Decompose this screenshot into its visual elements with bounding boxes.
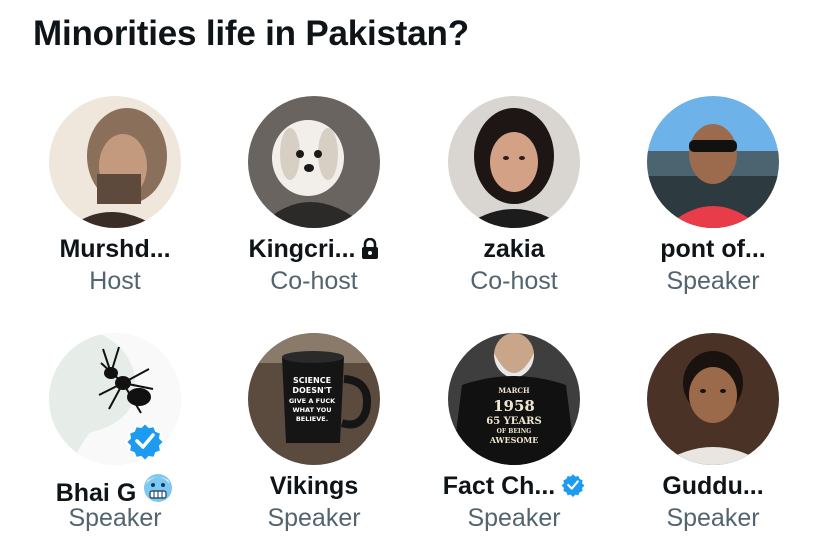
participant-role: Speaker [267,504,361,532]
avatar[interactable]: SCIENCE DOESN'T GIVE A FUCK WHAT YOU BEL… [248,333,380,465]
shirt-text-line: AWESOME [489,435,539,445]
shirt-text-line: 1958 [493,397,535,415]
avatar[interactable] [248,96,380,228]
participant-role: Speaker [68,504,162,532]
participant-role: Co-host [470,267,558,295]
participant-name: zakia [483,235,545,263]
participants-grid: Murshd... Host Kingcri... Co-host zakia … [0,0,828,553]
avatar[interactable] [49,96,181,228]
mug-text-line: BELIEVE. [296,415,328,423]
participant-name: pont of... [660,235,766,263]
participant-name-text: Fact Ch... [442,472,556,500]
participant-name-text: Kingcri... [248,235,356,263]
participant-role: Speaker [467,504,561,532]
avatar[interactable] [647,96,779,228]
shirt-text-line: MARCH [498,386,530,395]
participant-role: Co-host [270,267,358,295]
participant-name: Murshd... [59,235,171,263]
participant-name: Kingcri... [214,235,414,267]
participant-name-text: Bhai G [55,479,137,507]
participant-role: Host [89,267,141,295]
participant-name: Guddu... [662,472,764,500]
shirt-text-line: OF BEING [497,428,532,435]
avatar[interactable]: MARCH 1958 65 YEARS OF BEING AWESOME [448,333,580,465]
participant-role: Speaker [666,504,760,532]
mug-text-line: DOESN'T [292,386,332,395]
lock-icon [361,237,379,267]
avatar[interactable] [448,96,580,228]
shirt-text-line: 65 YEARS [486,416,541,427]
avatar[interactable] [647,333,779,465]
mug-text-line: SCIENCE [293,376,331,385]
verified-badge-icon [561,473,585,504]
mug-text-line: WHAT YOU [292,406,331,414]
verified-badge-icon [124,421,166,463]
mug-text-line: GIVE A FUCK [289,397,336,405]
participant-name: Vikings [269,472,359,500]
participant-name: Fact Ch... [414,472,614,504]
participant-role: Speaker [666,267,760,295]
